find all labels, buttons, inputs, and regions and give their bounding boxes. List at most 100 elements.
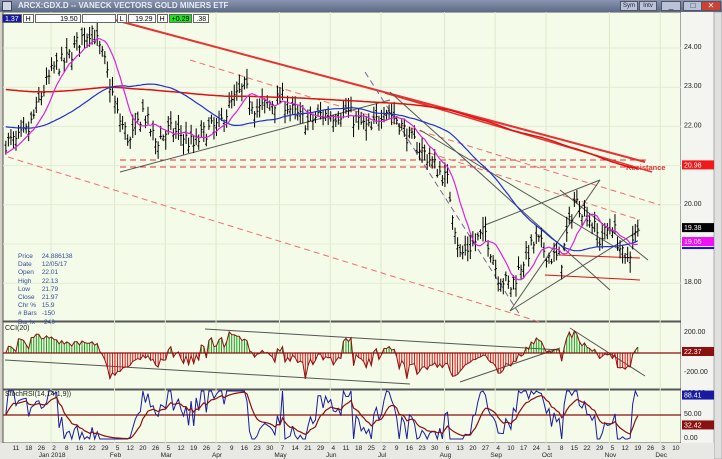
date-tick-label: 26 bbox=[38, 445, 46, 452]
month-label: Nov bbox=[605, 452, 617, 459]
info-value: -240 bbox=[41, 318, 55, 326]
date-tick-label: 16 bbox=[241, 445, 249, 452]
date-tick-label: 22 bbox=[89, 445, 97, 452]
date-tick-label: 12 bbox=[177, 445, 185, 452]
close-button[interactable]: ✕ bbox=[701, 1, 721, 11]
date-tick-label: 16 bbox=[76, 445, 84, 452]
last-price-label: 19.38 bbox=[684, 225, 702, 232]
maximize-button[interactable]: □ bbox=[683, 1, 703, 11]
interval-button[interactable]: Intv bbox=[639, 1, 657, 11]
date-tick-label: 9 bbox=[230, 445, 234, 452]
stochrsi-axis-label: 50.00 bbox=[684, 411, 702, 418]
price-axis-label: 18.00 bbox=[684, 279, 702, 286]
date-tick-label: 10 bbox=[672, 445, 680, 452]
date-tick-label: 26 bbox=[647, 445, 655, 452]
date-tick-label: 5 bbox=[166, 445, 170, 452]
info-row: Bar Ix -240 bbox=[18, 319, 73, 327]
info-value: 22.13 bbox=[41, 277, 59, 285]
date-tick-label: 6 bbox=[446, 445, 450, 452]
date-tick-label: 18 bbox=[355, 445, 363, 452]
month-label: Oct bbox=[542, 452, 552, 459]
window-title: ARCX:GDX.D -- VANECK VECTORS GOLD MINERS… bbox=[18, 1, 229, 10]
date-tick-label: 12 bbox=[127, 445, 135, 452]
stock-chart[interactable]: 11 18 26 2 8 16 22 29 5 12 20 26 5 12 19 26 2 9 16 23 30 7 14 2… bbox=[0, 12, 722, 459]
info-value: 15.9 bbox=[41, 302, 55, 310]
date-tick-label: 20 bbox=[139, 445, 147, 452]
info-key: Date bbox=[18, 261, 32, 269]
date-tick-label: 1 bbox=[547, 445, 551, 452]
info-value: 24.886138 bbox=[41, 253, 73, 260]
scrollbar[interactable] bbox=[713, 12, 722, 459]
info-row: Chr % 15.9 bbox=[18, 302, 73, 310]
date-tick-label: 7 bbox=[281, 445, 285, 452]
month-label: Jul bbox=[378, 452, 387, 459]
info-row: Date 12/05/17 bbox=[18, 261, 73, 269]
cci-axis-label: -200.00 bbox=[684, 369, 708, 376]
date-tick-label: 24 bbox=[533, 445, 541, 452]
toolbar-high: 19.50 bbox=[34, 14, 81, 23]
date-tick-label: 21 bbox=[304, 445, 312, 452]
stochrsi-panel bbox=[2, 389, 682, 444]
date-tick-label: 14 bbox=[292, 445, 300, 452]
date-tick-label: 8 bbox=[65, 445, 69, 452]
price-axis-label: 24.00 bbox=[684, 44, 702, 51]
month-label: Dec bbox=[655, 452, 667, 459]
month-label: Feb bbox=[110, 452, 122, 459]
toolbar-change: +0.29 bbox=[168, 14, 193, 23]
month-label: Jan 2018 bbox=[39, 452, 66, 459]
date-tick-label: 19 bbox=[634, 445, 642, 452]
date-tick-label: 27 bbox=[482, 445, 490, 452]
info-key: Chr % bbox=[18, 302, 37, 310]
info-value: 21.79 bbox=[41, 285, 59, 293]
info-key: High bbox=[18, 277, 32, 285]
month-label: May bbox=[274, 452, 287, 459]
month-label: Apr bbox=[212, 452, 223, 459]
info-box: Price 24.886138 Date 12/05/17 Open 22.01 Hi… bbox=[18, 253, 73, 327]
date-tick-label: 23 bbox=[418, 445, 426, 452]
cci-value-label: 22.37 bbox=[684, 349, 702, 356]
stochrsi-value-label: 88.41 bbox=[684, 393, 702, 400]
info-row: # Bars -150 bbox=[18, 310, 73, 318]
date-tick-label: 26 bbox=[152, 445, 160, 452]
date-tick-label: 4 bbox=[496, 445, 500, 452]
info-key: Close bbox=[18, 294, 35, 302]
price-axis-label: 22.00 bbox=[684, 122, 702, 129]
stochrsi-signal-label: 32.42 bbox=[684, 422, 702, 429]
toolbar-b-label: H bbox=[156, 14, 168, 23]
date-tick-label: 26 bbox=[203, 445, 211, 452]
toolbar-last: .38 bbox=[193, 14, 210, 23]
price-axis-label: 23.00 bbox=[684, 83, 702, 90]
date-tick-label: 3 bbox=[661, 445, 665, 452]
window-title-bar: ARCX:GDX.D -- VANECK VECTORS GOLD MINERS… bbox=[0, 0, 722, 12]
date-tick-label: 9 bbox=[395, 445, 399, 452]
date-tick-label: 8 bbox=[560, 445, 564, 452]
info-key: # Bars bbox=[18, 310, 37, 318]
date-tick-label: 17 bbox=[520, 445, 528, 452]
date-tick-label: 2 bbox=[382, 445, 386, 452]
app-icon bbox=[2, 1, 12, 11]
date-tick-label: 13 bbox=[457, 445, 465, 452]
date-tick-label: 29 bbox=[101, 445, 109, 452]
date-tick-label: 20 bbox=[469, 445, 477, 452]
info-value: -150 bbox=[41, 310, 55, 318]
info-row: Open 22.01 bbox=[18, 269, 73, 277]
minimize-button[interactable]: _ bbox=[661, 1, 681, 11]
toolbar-l-label: L bbox=[116, 14, 127, 23]
info-row: Close 21.97 bbox=[18, 294, 73, 302]
month-label: Jun bbox=[326, 452, 337, 459]
date-tick-label: 23 bbox=[253, 445, 261, 452]
date-tick-label: 10 bbox=[507, 445, 515, 452]
cci-axis-label: 200.00 bbox=[684, 329, 706, 336]
toolbar-blank bbox=[81, 14, 116, 23]
symbol-button[interactable]: Sym bbox=[620, 1, 638, 11]
stochrsi-label: StochRSI(14,14(1,9)) bbox=[5, 391, 71, 398]
date-tick-label: 30 bbox=[431, 445, 439, 452]
info-key: Price bbox=[18, 253, 33, 260]
info-key: Low bbox=[18, 285, 30, 293]
info-row: High 22.13 bbox=[18, 278, 73, 286]
date-tick-label: 25 bbox=[368, 445, 376, 452]
date-tick-label: 12 bbox=[622, 445, 630, 452]
info-value: 12/05/17 bbox=[41, 261, 68, 269]
date-tick-label: 5 bbox=[116, 445, 120, 452]
date-tick-label: 16 bbox=[406, 445, 414, 452]
